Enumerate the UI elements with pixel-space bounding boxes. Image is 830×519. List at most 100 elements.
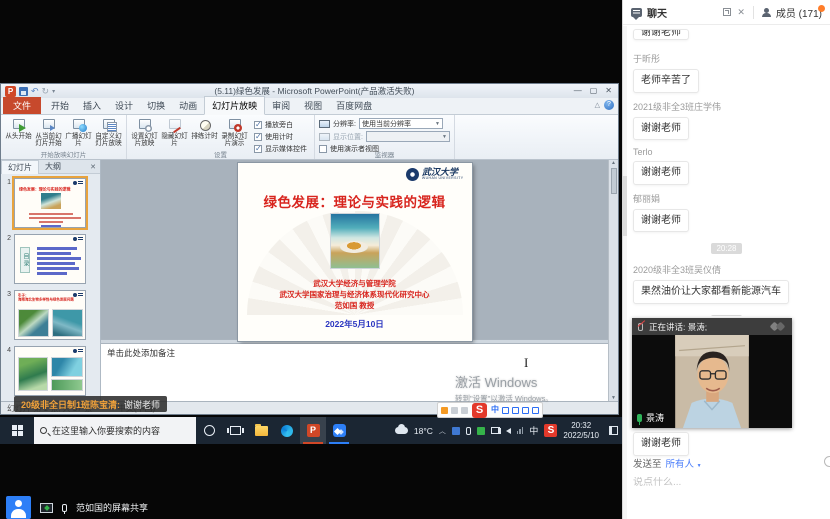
task-view-button[interactable]: [222, 417, 248, 444]
button-label: 排练计时: [191, 133, 217, 140]
from-beginning-button[interactable]: 从头开始: [4, 117, 33, 150]
sogou-tool-icon[interactable]: [451, 407, 458, 414]
powerpoint-logo-icon[interactable]: P: [5, 86, 16, 97]
tray-mic-icon[interactable]: [466, 427, 471, 435]
slide-date: 2022年5月10日: [238, 318, 472, 330]
tab-insert[interactable]: 插入: [76, 97, 108, 114]
sogou-tool-icon[interactable]: [461, 407, 468, 414]
tray-green-app-icon[interactable]: [477, 427, 485, 435]
presenter-avatar-icon[interactable]: [6, 496, 31, 519]
save-icon[interactable]: [19, 87, 28, 96]
qat-dropdown-icon[interactable]: ▾: [52, 88, 55, 95]
slide-thumbnail-3[interactable]: 引子： 海南海北生物多样性与绿色发展问题: [14, 290, 86, 340]
screen-share-icon[interactable]: [40, 503, 53, 513]
temperature[interactable]: 18°C: [414, 426, 433, 436]
tray-expand-icon[interactable]: ︿: [439, 426, 446, 436]
broadcast-slideshow-button[interactable]: 广播幻灯片: [64, 117, 93, 150]
tab-view[interactable]: 视图: [297, 97, 329, 114]
sogou-keyboard-icon[interactable]: [522, 407, 529, 414]
scroll-up-icon[interactable]: ▲: [611, 160, 616, 166]
tab-design[interactable]: 设计: [108, 97, 140, 114]
action-center-icon[interactable]: [609, 426, 618, 435]
tab-outline[interactable]: 大纲: [39, 160, 67, 173]
custom-slideshow-button[interactable]: 自定义幻灯片放映: [94, 117, 123, 150]
cortana-button[interactable]: [196, 417, 222, 444]
ime-indicator[interactable]: 中: [529, 424, 538, 437]
slide-thumbnail-1[interactable]: 绿色发展：理论与实践的逻辑: [14, 178, 86, 228]
slide-title: 绿色发展：理论与实践的逻辑: [238, 191, 472, 211]
sogou-mic-icon[interactable]: [512, 407, 519, 414]
resolution-select[interactable]: 使用当前分辨率 ▼: [359, 118, 443, 129]
sogou-logo-icon[interactable]: S: [472, 403, 487, 418]
weather-cloud-icon[interactable]: [395, 427, 408, 434]
slide-thumbnail-2[interactable]: 目录: [14, 234, 86, 284]
chat-input[interactable]: [633, 477, 813, 488]
emoji-icon[interactable]: [824, 456, 830, 467]
edge-button[interactable]: [274, 417, 300, 444]
search-input[interactable]: [52, 426, 182, 436]
rehearse-timings-button[interactable]: 排练计时: [190, 117, 219, 150]
sogou-cn-mode[interactable]: 中: [491, 406, 499, 414]
tab-animations[interactable]: 动画: [172, 97, 204, 114]
close-button[interactable]: ✕: [605, 86, 612, 96]
start-button[interactable]: [0, 417, 34, 444]
scrollbar-thumb[interactable]: [611, 168, 617, 194]
sogou-punct-icon[interactable]: [502, 407, 509, 414]
chat-messages[interactable]: 谢谢老师 于昕彤 老师辛苦了 2021级非全3班庄学伟 谢谢老师 Terlo 谢…: [623, 25, 830, 316]
powerpoint-taskbar-button[interactable]: P: [300, 417, 326, 444]
sogou-tray-icon[interactable]: S: [544, 424, 557, 437]
tab-slideshow[interactable]: 幻灯片放映: [204, 96, 265, 115]
tab-slides-thumbnails[interactable]: 幻灯片: [1, 160, 39, 174]
chat-input-area[interactable]: [633, 472, 813, 490]
tab-transitions[interactable]: 切换: [140, 97, 172, 114]
quick-access-toolbar: P ↶ ↻ ▾: [5, 86, 55, 97]
minimize-ribbon-icon[interactable]: △: [595, 101, 600, 109]
powerpoint-icon: P: [307, 424, 320, 437]
microphone-icon[interactable]: [62, 504, 67, 512]
members-count[interactable]: 成员 (171): [776, 5, 822, 20]
help-icon[interactable]: [604, 100, 614, 110]
scrollbar-thumb[interactable]: [623, 176, 627, 236]
from-current-slide-button[interactable]: 从当前幻灯片开始: [34, 117, 63, 150]
taskbar-clock[interactable]: 20:32 2022/5/10: [563, 421, 599, 441]
setup-slideshow-button[interactable]: 设置幻灯片放映: [130, 117, 159, 150]
meeting-app-taskbar-button[interactable]: [326, 417, 352, 444]
use-timings-checkbox[interactable]: 使用计时: [254, 132, 293, 142]
taskbar-search[interactable]: [34, 417, 196, 444]
send-to-select[interactable]: 所有人 ▼: [666, 456, 702, 470]
tab-review[interactable]: 审阅: [265, 97, 297, 114]
tray-app-icon[interactable]: [452, 427, 460, 435]
network-icon[interactable]: [517, 427, 524, 434]
tab-baidu-netdisk[interactable]: 百度网盘: [329, 97, 379, 114]
scroll-down-icon[interactable]: ▼: [611, 395, 616, 401]
undo-icon[interactable]: ↶: [31, 87, 39, 96]
minimize-button[interactable]: —: [574, 86, 582, 96]
chat-scrollbar[interactable]: [623, 26, 627, 519]
play-from-current-icon: [41, 118, 57, 132]
panel-close-icon[interactable]: ✕: [90, 163, 100, 171]
close-chat-icon[interactable]: ✕: [737, 7, 745, 18]
speaker-video-widget[interactable]: 正在讲话: 景涛; 景涛: [632, 318, 792, 428]
slide-thumbnail-4[interactable]: [14, 346, 86, 396]
ribbon-group-start-slideshow: 从头开始 从当前幻灯片开始 广播幻灯片 自定义幻灯片放映 开始放映幻灯片: [1, 115, 127, 159]
slide[interactable]: 武汉大学 WUHAN UNIVERSITY 绿色发展：理论与实践的逻辑 武汉大学…: [238, 163, 472, 341]
record-slideshow-button[interactable]: 录制幻灯片演示: [220, 117, 249, 150]
ppt-titlebar[interactable]: P ↶ ↻ ▾ (5.11)绿色发展 - Microsoft PowerPoin…: [1, 84, 618, 98]
toast-sender: 20级非全日制1班陈宝清:: [21, 398, 120, 411]
tab-file[interactable]: 文件: [3, 97, 41, 114]
tab-home[interactable]: 开始: [44, 97, 76, 114]
maximize-button[interactable]: ▢: [590, 86, 598, 96]
popout-icon[interactable]: [723, 8, 731, 16]
sogou-skin-shirt-icon[interactable]: [532, 407, 539, 414]
vertical-scrollbar[interactable]: ▲ ▼: [608, 160, 618, 401]
file-explorer-button[interactable]: [248, 417, 274, 444]
slide-canvas[interactable]: 武汉大学 WUHAN UNIVERSITY 绿色发展：理论与实践的逻辑 武汉大学…: [101, 160, 618, 339]
thumbnail-list: 1 绿色发展：理论与实践的逻辑 2 目录: [1, 174, 100, 401]
hide-slide-button[interactable]: 隐藏幻灯片: [160, 117, 189, 150]
sogou-ime-bar[interactable]: S 中: [437, 402, 543, 418]
volume-icon[interactable]: [506, 428, 511, 434]
tea-photo: [330, 213, 380, 269]
play-narrations-checkbox[interactable]: 播放旁白: [254, 120, 293, 130]
redo-icon[interactable]: ↻: [42, 87, 50, 96]
sogou-skin-icon[interactable]: [441, 407, 448, 414]
